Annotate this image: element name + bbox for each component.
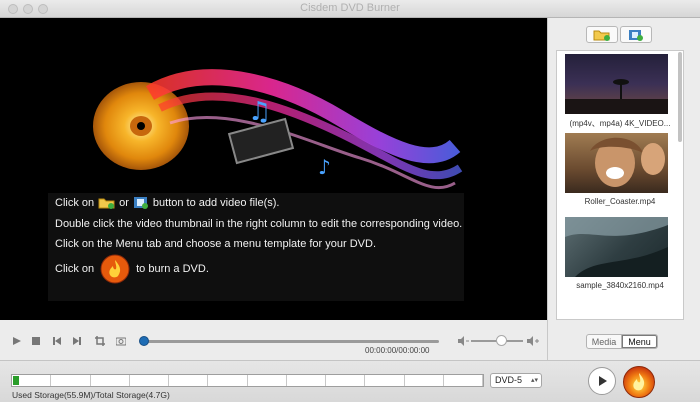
video-thumbnail-list[interactable]: (mp4v、mp4a) 4K_VIDEO... Roller_Coaster.m… <box>556 50 684 320</box>
volume-low-icon[interactable] <box>457 335 469 347</box>
video-thumbnail[interactable] <box>565 54 668 114</box>
previous-icon[interactable] <box>52 336 62 346</box>
storage-used-fill <box>13 376 19 385</box>
scrollbar-thumb[interactable] <box>678 52 682 142</box>
video-name-label: (mp4v、mp4a) 4K_VIDEO... <box>569 119 671 128</box>
play-icon <box>599 376 607 386</box>
disc-type-select[interactable]: DVD-5 ▴▾ <box>490 373 542 388</box>
hint-line-burn: Click on to burn a DVD. <box>55 254 209 284</box>
playback-progress-track[interactable] <box>143 340 439 343</box>
hint-text: button to add video file(s). <box>152 196 280 209</box>
media-sidebar: (mp4v、mp4a) 4K_VIDEO... Roller_Coaster.m… <box>547 18 700 360</box>
player-controls: 00:00:00/00:00:00 <box>0 320 547 360</box>
storage-meter <box>11 374 484 387</box>
thumbnail-scrollbar[interactable] <box>677 50 683 320</box>
app-window: Cisdem DVD Burner ♫ ♪ Click on or button… <box>0 0 700 402</box>
next-icon[interactable] <box>72 336 82 346</box>
add-folder-icon <box>98 198 115 209</box>
add-video-icon <box>629 29 643 41</box>
stop-icon[interactable] <box>31 336 41 346</box>
sunset-tree-icon <box>565 79 668 114</box>
preview-play-button[interactable] <box>588 367 616 395</box>
disc-type-value: DVD-5 <box>495 375 523 385</box>
burn-flame-icon <box>633 373 645 391</box>
video-preview: ♫ ♪ Click on or button to add video file… <box>0 18 547 320</box>
tab-media[interactable]: Media <box>586 334 622 349</box>
roller-coaster-riders-icon <box>590 137 665 187</box>
storage-label: Used Storage(55.9M)/Total Storage(4.7G) <box>12 390 170 400</box>
hint-text: or <box>119 196 129 209</box>
volume-high-icon[interactable] <box>526 335 539 347</box>
camera-snapshot-icon[interactable] <box>116 336 126 346</box>
hint-text: Click on the Menu tab and choose a menu … <box>55 238 377 250</box>
volume-slider-knob[interactable] <box>496 335 507 346</box>
add-folder-icon <box>593 30 610 41</box>
video-name-label: Roller_Coaster.mp4 <box>584 197 656 206</box>
video-thumbnail[interactable] <box>565 217 668 277</box>
hint-text: Double click the video thumbnail in the … <box>55 218 463 230</box>
svg-text:♫: ♫ <box>248 97 271 127</box>
burn-flame-icon <box>100 254 130 284</box>
storage-bar: Used Storage(55.9M)/Total Storage(4.7G) … <box>0 360 700 402</box>
crop-icon[interactable] <box>95 336 105 346</box>
video-thumbnail[interactable] <box>565 133 668 193</box>
title-bar: Cisdem DVD Burner <box>0 0 700 18</box>
hint-line-menu: Click on the Menu tab and choose a menu … <box>55 238 376 250</box>
burn-button[interactable] <box>623 366 655 398</box>
add-folder-button[interactable] <box>586 26 618 43</box>
window-title: Cisdem DVD Burner <box>300 2 400 14</box>
hint-text: Click on <box>55 263 95 275</box>
hint-text: Click on <box>55 196 95 209</box>
playback-progress-knob[interactable] <box>139 336 149 346</box>
video-name-label: sample_3840x2160.mp4 <box>576 281 664 290</box>
tab-menu[interactable]: Menu <box>621 334 658 349</box>
hint-line-edit: Double click the video thumbnail in the … <box>55 218 462 230</box>
add-video-button[interactable] <box>620 26 652 43</box>
add-video-icon <box>133 197 148 209</box>
hint-line-add-files: Click on or button to add video file(s). <box>55 196 279 209</box>
play-icon[interactable] <box>12 336 22 346</box>
select-arrows-icon: ▴▾ <box>530 377 538 384</box>
svg-text:♪: ♪ <box>318 155 331 179</box>
hint-text: to burn a DVD. <box>136 263 209 275</box>
aerial-coast-icon <box>565 217 668 277</box>
playback-time: 00:00:00/00:00:00 <box>365 346 430 355</box>
